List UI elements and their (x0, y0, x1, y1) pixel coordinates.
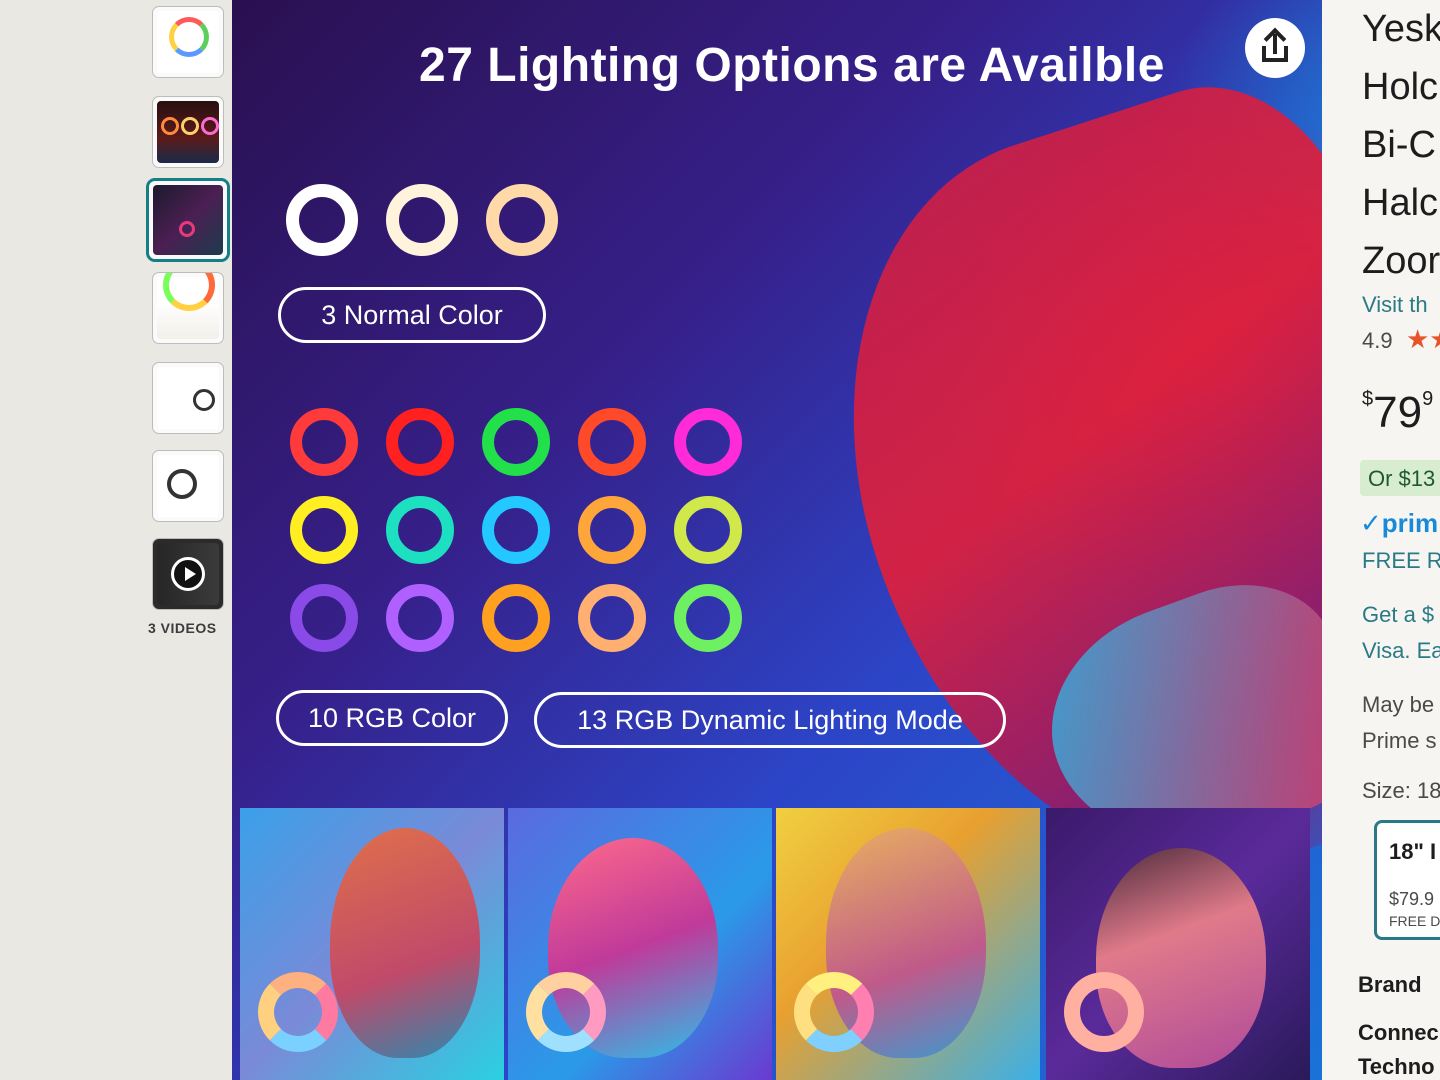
ring-light-icon (1064, 972, 1144, 1052)
dynamic-mode-label: 13 RGB Dynamic Lighting Mode (534, 692, 1006, 748)
rgb-color-ring-icon (290, 496, 358, 564)
product-title-line: Zoor (1362, 240, 1440, 282)
thumbnail-ring-light-kit[interactable] (152, 6, 224, 78)
rgb-color-ring-icon (674, 496, 742, 564)
ring-light-icon (179, 221, 195, 237)
free-returns-link[interactable]: FREE R (1362, 548, 1440, 574)
product-title-line: Yesk (1362, 8, 1440, 50)
rgb-color-ring-icon (578, 408, 646, 476)
connectivity-label: Connec (1358, 1020, 1439, 1045)
rgb-color-ring-icon (386, 584, 454, 652)
rgb-color-ring-icon (290, 408, 358, 476)
price-fraction: 9 (1422, 388, 1434, 410)
card-offer-line1[interactable]: Get a $ (1362, 602, 1434, 628)
installment-text: Or $13 (1368, 466, 1436, 491)
ring-light-icon (258, 972, 338, 1052)
rgb-color-ring-icon (482, 496, 550, 564)
rgb-color-ring-icon (386, 496, 454, 564)
size-option-delivery: FREE D (1389, 913, 1440, 929)
product-title-line: Holc (1362, 66, 1439, 108)
image-headline: 27 Lighting Options are Availble (419, 39, 1165, 92)
play-icon (171, 557, 205, 591)
thumbnail-lighting-options[interactable] (146, 178, 230, 262)
availability-line1: May be (1362, 692, 1435, 717)
share-button[interactable] (1245, 18, 1305, 78)
brand-label: Brand (1358, 972, 1422, 997)
rgb-color-ring-icon (290, 584, 358, 652)
product-title-line: Halc (1362, 182, 1439, 224)
size-option-18-inch[interactable]: 18" I $79.9 FREE D (1374, 820, 1440, 940)
thumbnail-video[interactable] (152, 538, 224, 610)
ring-light-icon (169, 17, 209, 57)
videos-count-label[interactable]: 3 VIDEOS (148, 620, 217, 636)
normal-color-ring-icon (486, 184, 558, 256)
photo-woman-yellow (776, 808, 1040, 1080)
ring-light-icon (181, 117, 199, 135)
photo-man-headphones (240, 808, 504, 1080)
size-label: Size: 18 (1362, 778, 1440, 803)
prime-badge: ✓prim (1360, 508, 1439, 538)
rating-value[interactable]: 4.9 (1362, 328, 1393, 354)
rgb-color-ring-icon (482, 584, 550, 652)
rgb-color-ring-icon (386, 408, 454, 476)
size-option-label: 18" I (1389, 839, 1437, 864)
ring-light-icon (193, 389, 215, 411)
rgb-color-ring-icon (482, 408, 550, 476)
technology-label: Techno (1358, 1054, 1435, 1079)
product-title-line: Bi-C (1362, 124, 1436, 166)
main-product-image[interactable]: 27 Lighting Options are Availble 3 Norma… (232, 0, 1322, 1080)
normal-color-ring-icon (386, 184, 458, 256)
rgb-color-ring-icon (674, 584, 742, 652)
card-offer-line2[interactable]: Visa. Ea (1362, 638, 1440, 664)
size-option-price: $79.9 (1389, 889, 1435, 909)
ring-light-icon (167, 469, 197, 499)
thumbnail-three-rgb-lights[interactable] (152, 96, 224, 168)
thumbnail-dimensions-diagram[interactable] (152, 272, 224, 344)
price-whole: 79 (1373, 388, 1423, 437)
rgb-color-ring-icon (578, 496, 646, 564)
availability-line2: Prime s (1362, 728, 1437, 753)
normal-color-label: 3 Normal Color (278, 287, 546, 343)
product-detail-panel: Yesk Holc Bi-C Halc Zoor Visit th 4.9 ★★… (1322, 0, 1440, 1080)
normal-color-ring-icon (286, 184, 358, 256)
ring-light-icon (161, 117, 179, 135)
thumbnail-tripod-setup[interactable] (152, 362, 224, 434)
rgb-color-label: 10 RGB Color (276, 690, 508, 746)
ring-light-icon (201, 117, 219, 135)
rgb-color-ring-icon (674, 408, 742, 476)
rgb-color-ring-icon (578, 584, 646, 652)
photo-woman-profile (508, 808, 772, 1080)
photo-woman-purple (1046, 808, 1310, 1080)
star-icon[interactable]: ★★ (1406, 324, 1440, 355)
visit-store-link[interactable]: Visit th (1362, 292, 1428, 318)
ring-light-icon (794, 972, 874, 1052)
price-symbol: $ (1362, 388, 1374, 410)
thumbnail-phone-holder[interactable] (152, 450, 224, 522)
price: $799 (1362, 388, 1433, 438)
thumbnail-column: 3 VIDEOS (140, 0, 235, 1080)
ring-light-icon (526, 972, 606, 1052)
